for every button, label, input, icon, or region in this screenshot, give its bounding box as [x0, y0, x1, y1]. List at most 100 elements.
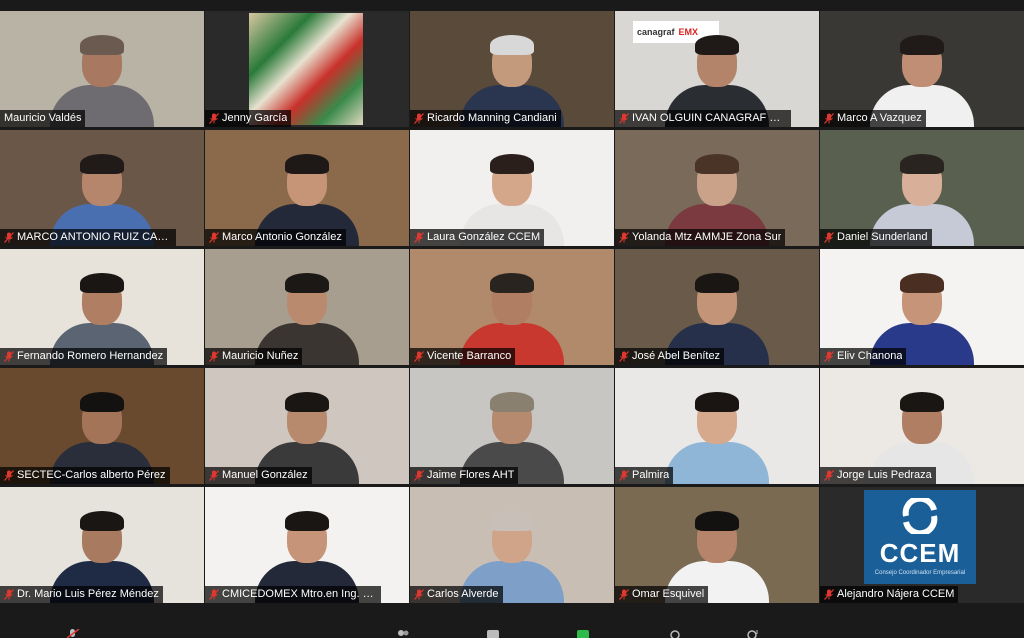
video-tile[interactable]: Eliv Chanona: [820, 249, 1024, 365]
participant-name-label: Ricardo Manning Candiani: [410, 110, 561, 127]
video-tile[interactable]: Laura González CCEM: [410, 130, 614, 246]
participant-name-label: SECTEC-Carlos alberto Pérez: [0, 467, 170, 484]
participant-name: Vicente Barranco: [427, 350, 512, 362]
muted-mic-icon: [619, 113, 629, 124]
video-tile[interactable]: Jorge Luis Pedraza: [820, 368, 1024, 484]
video-tile[interactable]: Ricardo Manning Candiani: [410, 11, 614, 127]
participant-name-label: Dr. Mario Luis Pérez Méndez: [0, 586, 163, 603]
muted-mic-icon: [4, 470, 14, 481]
participant-name-label: Alejandro Nájera CCEM: [820, 586, 959, 603]
participant-name-label: Mauricio Valdés: [0, 110, 86, 127]
ccem-logo-mark-icon: [902, 498, 938, 534]
video-tile[interactable]: Jaime Flores AHT: [410, 368, 614, 484]
participant-name-label: Omar Esquivel: [615, 586, 709, 603]
video-tile[interactable]: Manuel González: [205, 368, 409, 484]
participant-name: MARCO ANTONIO RUIZ CASTRO: [17, 231, 172, 243]
participant-name: Mauricio Valdés: [4, 112, 82, 124]
participant-name: Fernando Romero Hernandez: [17, 350, 164, 362]
participant-name: Daniel Sunderland: [837, 231, 928, 243]
painting-image: [249, 13, 363, 125]
muted-mic-icon: [4, 232, 14, 243]
participants-icon[interactable]: [396, 626, 410, 636]
muted-mic-icon: [824, 232, 834, 243]
muted-mic-icon: [414, 232, 424, 243]
video-tile[interactable]: SECTEC-Carlos alberto Pérez: [0, 368, 204, 484]
participant-name-label: Eliv Chanona: [820, 348, 907, 365]
participant-name-label: Jorge Luis Pedraza: [820, 467, 936, 484]
video-tile[interactable]: Dr. Mario Luis Pérez Méndez: [0, 487, 204, 603]
participant-name: Jorge Luis Pedraza: [837, 469, 932, 481]
participant-name-label: Manuel González: [205, 467, 312, 484]
video-tile[interactable]: Jenny García: [205, 11, 409, 127]
participant-name: Jaime Flores AHT: [427, 469, 515, 481]
muted-mic-icon: [824, 113, 834, 124]
participant-name-label: IVAN OLGUIN CANAGRAF MEXICO: [615, 110, 791, 127]
participant-name-label: Jenny García: [205, 110, 292, 127]
muted-mic-icon: [209, 470, 219, 481]
video-tile[interactable]: Mauricio Nuñez: [205, 249, 409, 365]
muted-mic-icon: [209, 351, 219, 362]
participant-name: Alejandro Nájera CCEM: [837, 588, 955, 600]
video-tile[interactable]: CCEM Consejo Coordinador Empresarial Aleja…: [820, 487, 1024, 603]
participant-name: CMICEDOMEX Mtro.en Ing. Luis: [222, 588, 377, 600]
muted-mic-icon: [619, 232, 629, 243]
video-tile[interactable]: Marco Antonio González: [205, 130, 409, 246]
video-tile[interactable]: Palmira: [615, 368, 819, 484]
video-tile[interactable]: Yolanda Mtz AMMJE Zona Sur: [615, 130, 819, 246]
participant-name-label: Marco Antonio González: [205, 229, 346, 246]
participant-name: Laura González CCEM: [427, 231, 541, 243]
chat-icon[interactable]: [486, 626, 500, 638]
muted-mic-icon: [4, 351, 14, 362]
muted-mic-icon: [824, 589, 834, 600]
muted-mic-icon: [209, 589, 219, 600]
participant-name: Carlos Alverde: [427, 588, 499, 600]
participant-name: IVAN OLGUIN CANAGRAF MEXICO: [632, 112, 787, 124]
participant-name-label: Marco A Vazquez: [820, 110, 926, 127]
muted-mic-icon: [209, 113, 219, 124]
participant-name: Palmira: [632, 469, 670, 481]
participant-name-label: Vicente Barranco: [410, 348, 516, 365]
logo-text: CCEM: [879, 538, 961, 568]
ccem-logo: CCEM Consejo Coordinador Empresarial: [864, 490, 976, 584]
video-tile[interactable]: Omar Esquivel: [615, 487, 819, 603]
participant-name-label: José Abel Benítez: [615, 348, 725, 365]
video-tile[interactable]: Vicente Barranco: [410, 249, 614, 365]
participant-video: [662, 392, 772, 484]
muted-mic-icon: [414, 470, 424, 481]
muted-mic-icon: [414, 113, 424, 124]
participant-name-label: Palmira: [615, 467, 674, 484]
participant-name-label: Carlos Alverde: [410, 586, 503, 603]
participant-name: Omar Esquivel: [632, 588, 705, 600]
participant-name-label: Fernando Romero Hernandez: [0, 348, 168, 365]
participant-name: Eliv Chanona: [837, 350, 903, 362]
video-tile[interactable]: Mauricio Valdés: [0, 11, 204, 127]
video-tile[interactable]: CMICEDOMEX Mtro.en Ing. Luis: [205, 487, 409, 603]
video-tile[interactable]: Daniel Sunderland: [820, 130, 1024, 246]
video-tile[interactable]: José Abel Benítez: [615, 249, 819, 365]
record-icon[interactable]: [668, 626, 682, 638]
mute-mic-icon[interactable]: [66, 626, 80, 638]
muted-mic-icon: [824, 351, 834, 362]
participant-name: Jenny García: [222, 112, 288, 124]
participant-name: Yolanda Mtz AMMJE Zona Sur: [632, 231, 782, 243]
video-tile[interactable]: canagrafEMXIVAN OLGUIN CANAGRAF MEXICO: [615, 11, 819, 127]
share-screen-icon[interactable]: [576, 626, 590, 638]
participant-name: SECTEC-Carlos alberto Pérez: [17, 469, 166, 481]
video-tile[interactable]: Carlos Alverde: [410, 487, 614, 603]
muted-mic-icon: [619, 470, 629, 481]
reactions-icon[interactable]: [746, 626, 760, 638]
muted-mic-icon: [619, 589, 629, 600]
participant-name: Marco A Vazquez: [837, 112, 922, 124]
participant-name-label: CMICEDOMEX Mtro.en Ing. Luis: [205, 586, 381, 603]
video-tile[interactable]: Marco A Vazquez: [820, 11, 1024, 127]
muted-mic-icon: [619, 351, 629, 362]
participant-name-label: Yolanda Mtz AMMJE Zona Sur: [615, 229, 786, 246]
muted-mic-icon: [824, 470, 834, 481]
participant-name-label: Daniel Sunderland: [820, 229, 932, 246]
muted-mic-icon: [414, 589, 424, 600]
participant-name: Marco Antonio González: [222, 231, 342, 243]
muted-mic-icon: [209, 232, 219, 243]
logo-subtitle: Consejo Coordinador Empresarial: [874, 570, 966, 576]
video-tile[interactable]: Fernando Romero Hernandez: [0, 249, 204, 365]
video-tile[interactable]: MARCO ANTONIO RUIZ CASTRO: [0, 130, 204, 246]
